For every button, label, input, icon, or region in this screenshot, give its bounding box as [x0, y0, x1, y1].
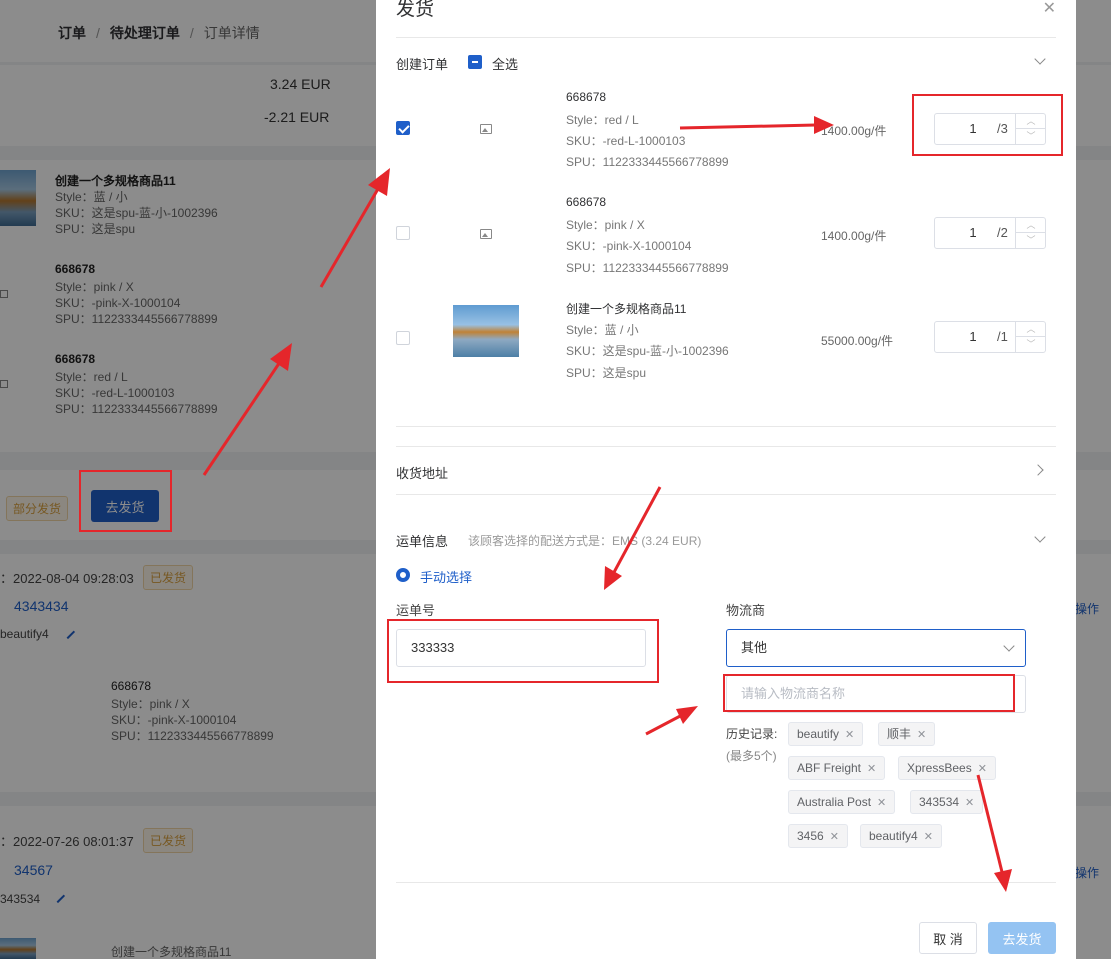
- carrier-label: 物流商: [726, 603, 766, 618]
- image-placeholder-icon: [480, 124, 492, 134]
- close-icon[interactable]: ✕: [1043, 0, 1056, 18]
- product-style: Style：red / L: [566, 113, 639, 127]
- shipping-method-hint: 该顾客选择的配送方式是：EMS (3.24 EUR): [468, 534, 702, 548]
- manual-select-radio[interactable]: [396, 568, 410, 582]
- chevron-right-icon[interactable]: [1032, 464, 1044, 476]
- product-sku: SKU：这是spu-蓝-小-1002396: [566, 344, 729, 358]
- close-icon[interactable]: ✕: [845, 729, 854, 741]
- history-chip[interactable]: ABF Freight ✕: [788, 756, 886, 780]
- product-checkbox[interactable]: [396, 331, 410, 345]
- history-chip[interactable]: beautify4 ✕: [860, 824, 942, 848]
- decrease-icon[interactable]: ﹀: [1016, 337, 1046, 352]
- product-name: 创建一个多规格商品11: [566, 302, 687, 316]
- quantity-stepper[interactable]: 1 /1 ︿ ﹀: [934, 321, 1046, 353]
- carrier-selected-value: 其他: [741, 640, 768, 655]
- product-weight: 1400.00g/件: [821, 124, 887, 138]
- history-chip[interactable]: 3456 ✕: [788, 824, 848, 848]
- product-name: 668678: [566, 90, 607, 104]
- history-note: (最多5个): [726, 749, 777, 763]
- decrease-icon[interactable]: ﹀: [1016, 233, 1046, 248]
- close-icon[interactable]: ✕: [877, 797, 886, 809]
- confirm-ship-button[interactable]: 去发货: [988, 922, 1056, 954]
- increase-icon[interactable]: ︿: [1016, 322, 1046, 337]
- carrier-select[interactable]: 其他: [726, 629, 1026, 667]
- history-chip[interactable]: 343534 ✕: [910, 790, 984, 814]
- product-sku: SKU：-pink-X-1000104: [566, 239, 692, 253]
- chevron-down-icon[interactable]: [1003, 640, 1015, 652]
- product-sku: SKU：-red-L-1000103: [566, 134, 686, 148]
- increase-icon[interactable]: ︿: [1016, 218, 1046, 233]
- cancel-button[interactable]: 取 消: [919, 922, 977, 954]
- annotation-box: [79, 470, 172, 532]
- product-weight: 55000.00g/件: [821, 334, 894, 348]
- close-icon[interactable]: ✕: [978, 763, 987, 775]
- history-chip[interactable]: XpressBees ✕: [898, 756, 996, 780]
- close-icon[interactable]: ✕: [965, 797, 974, 809]
- drawer-title: 发货: [396, 0, 435, 20]
- product-style: Style：pink / X: [566, 218, 645, 232]
- manual-select-label[interactable]: 手动选择: [420, 567, 472, 586]
- quantity-max: /2: [997, 225, 1008, 240]
- close-icon[interactable]: ✕: [867, 763, 876, 775]
- select-all-checkbox[interactable]: [468, 55, 482, 69]
- history-chip[interactable]: 顺丰 ✕: [878, 722, 936, 746]
- annotation-box: [387, 619, 659, 683]
- product-spu: SPU：这是spu: [566, 366, 647, 380]
- quantity-stepper[interactable]: 1 /2 ︿ ﹀: [934, 217, 1046, 249]
- close-icon[interactable]: ✕: [917, 729, 926, 741]
- image-placeholder-icon: [480, 229, 492, 239]
- product-spu: SPU：1122333445566778899: [566, 155, 729, 169]
- waybill-label: 运单信息: [396, 534, 449, 549]
- quantity-max: /1: [997, 329, 1008, 344]
- close-icon[interactable]: ✕: [924, 831, 933, 843]
- tracking-number-label: 运单号: [396, 603, 436, 618]
- history-chip[interactable]: Australia Post ✕: [788, 790, 896, 814]
- address-label[interactable]: 收货地址: [396, 463, 448, 482]
- collapse-chevron-icon[interactable]: [1034, 531, 1046, 543]
- product-photo: [453, 305, 519, 357]
- create-order-label: 创建订单: [396, 57, 449, 72]
- select-all-label[interactable]: 全选: [492, 54, 518, 73]
- product-style: Style：蓝 / 小: [566, 323, 639, 337]
- annotation-box: [723, 674, 1015, 712]
- product-checkbox[interactable]: [396, 226, 410, 240]
- history-label: 历史记录:: [726, 727, 778, 741]
- close-icon[interactable]: ✕: [830, 831, 839, 843]
- product-spu: SPU：1122333445566778899: [566, 261, 729, 275]
- annotation-box: [912, 94, 1063, 156]
- collapse-chevron-icon[interactable]: [1034, 53, 1046, 65]
- history-chip[interactable]: beautify ✕: [788, 722, 864, 746]
- product-checkbox[interactable]: [396, 121, 410, 135]
- product-weight: 1400.00g/件: [821, 229, 887, 243]
- product-name: 668678: [566, 195, 607, 209]
